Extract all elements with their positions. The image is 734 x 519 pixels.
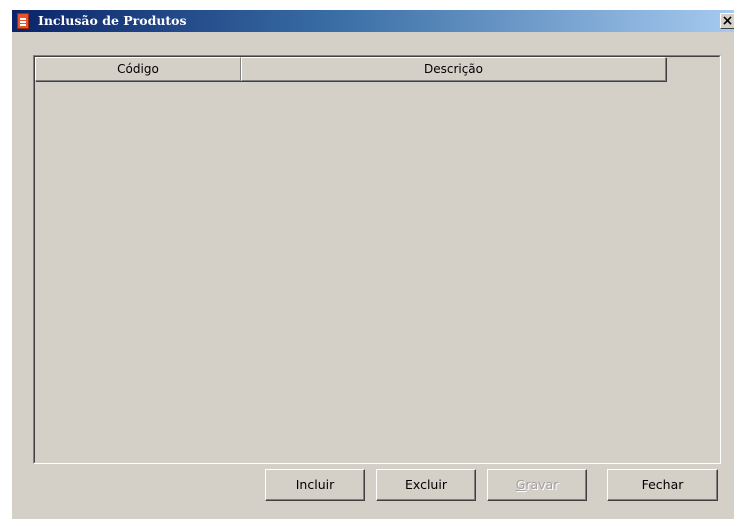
window-title: Inclusão de Produtos	[38, 13, 187, 28]
column-header-descricao[interactable]: Descrição	[241, 57, 666, 81]
excluir-button[interactable]: Excluir	[376, 469, 476, 501]
document-icon	[15, 13, 31, 29]
products-grid-body[interactable]: Código Descrição	[34, 56, 720, 463]
title-bar[interactable]: Inclusão de Produtos ×	[12, 10, 734, 32]
column-header-codigo[interactable]: Código	[35, 57, 241, 81]
inclusao-produtos-window: Inclusão de Produtos × Código Descrição …	[12, 10, 734, 519]
close-button[interactable]: ×	[720, 13, 734, 29]
grid-header: Código Descrição	[35, 57, 667, 81]
incluir-button[interactable]: Incluir	[265, 469, 365, 501]
products-grid[interactable]: Código Descrição	[33, 55, 721, 464]
fechar-button[interactable]: Fechar	[607, 469, 718, 501]
gravar-button: Gravar	[487, 469, 587, 501]
